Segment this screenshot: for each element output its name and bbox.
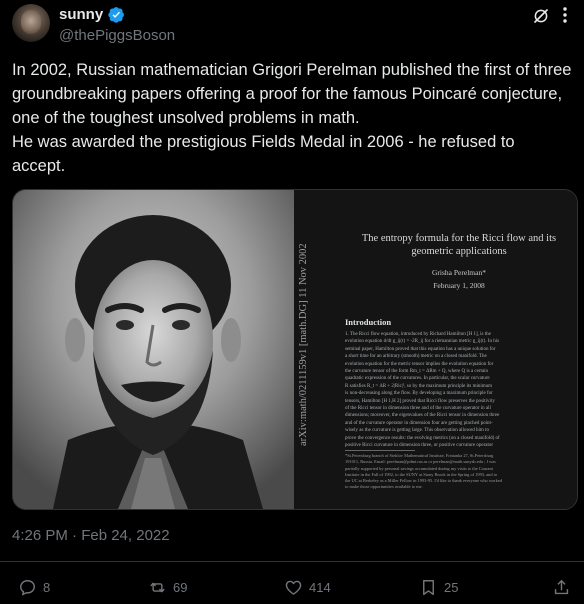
bookmark-count: 25 bbox=[444, 580, 459, 595]
paper-author: Grisha Perelman* bbox=[432, 268, 486, 277]
tweet-header: sunny @thePiggsBoson bbox=[12, 2, 574, 46]
retweet-count: 69 bbox=[173, 580, 188, 595]
heart-icon bbox=[285, 580, 302, 595]
grok-icon[interactable] bbox=[532, 7, 550, 25]
reply-button[interactable]: 8 bbox=[18, 578, 50, 597]
share-icon bbox=[554, 579, 569, 595]
tweet-text: In 2002, Russian mathematician Grigori P… bbox=[12, 61, 572, 175]
paper-body: 1. The Ricci flow equation, introduced b… bbox=[345, 331, 571, 450]
tweet-media[interactable]: arXiv:math/0211159v1 [math.DG] 11 Nov 20… bbox=[12, 189, 578, 510]
paper-body-line: of the Ricci tensor in dimension three a… bbox=[345, 406, 491, 412]
paper-body-line: and of the curvature operator in dimensi… bbox=[345, 420, 493, 426]
share-button[interactable] bbox=[552, 578, 571, 597]
arxiv-paper: arXiv:math/0211159v1 [math.DG] 11 Nov 20… bbox=[294, 190, 577, 509]
paper-body-line: is non-decreasing along the flow. By dev… bbox=[345, 391, 493, 397]
paper-body-line: prove the convergence results: the evolv… bbox=[345, 435, 500, 441]
author-name-row: sunny bbox=[59, 6, 125, 23]
bookmark-button[interactable]: 25 bbox=[419, 578, 458, 597]
reply-count: 8 bbox=[43, 580, 51, 595]
paper-title: The entropy formula for the Ricci flow a… bbox=[361, 233, 557, 257]
divider bbox=[0, 561, 584, 562]
bookmark-icon bbox=[423, 580, 434, 596]
section-heading: Introduction bbox=[345, 317, 392, 327]
like-count: 414 bbox=[309, 580, 331, 595]
reply-icon bbox=[20, 580, 35, 596]
verified-badge-icon bbox=[108, 7, 125, 23]
like-button[interactable]: 414 bbox=[284, 578, 331, 597]
paper-footnote: *St.Petersburg branch of Steklov Mathema… bbox=[345, 453, 571, 491]
footnote-line: to make those opportunities available to… bbox=[345, 484, 423, 490]
retweet-button[interactable]: 69 bbox=[148, 578, 187, 597]
paper-body-line: a short time for an arbitrary (smooth) m… bbox=[345, 354, 487, 360]
paper-body-line: tensors, Hamilton [H 1,H 2] proved that … bbox=[345, 398, 495, 404]
arxiv-id: arXiv:math/0211159v1 [math.DG] 11 Nov 20… bbox=[298, 243, 309, 446]
paper-date: February 1, 2008 bbox=[433, 281, 485, 290]
retweet-icon bbox=[150, 582, 165, 593]
action-bar: 8 69 414 25 bbox=[0, 574, 584, 604]
footnote-rule bbox=[345, 450, 415, 451]
paper-body-line: evolution equation d/dt g_ij(t) = -2R_ij… bbox=[345, 339, 500, 345]
author-handle[interactable]: @thePiggsBoson bbox=[59, 27, 175, 44]
paper-body-line: R satisfies R_t = ΔR + 2|Ric|², so by th… bbox=[345, 383, 493, 389]
paper-body-line: quadratic expression of the curvatures. … bbox=[345, 376, 490, 382]
paper-body-line: seminal paper, Hamilton proved that this… bbox=[345, 346, 496, 352]
paper-body-line: the curvature tensor of the form Rm_t = … bbox=[345, 369, 488, 375]
paper-body-line: positive Ricci curvature in dimension th… bbox=[345, 443, 494, 449]
paper-body-line: wisely as the curvature is getting large… bbox=[345, 428, 489, 434]
display-name[interactable]: sunny bbox=[59, 6, 103, 23]
more-options-icon[interactable] bbox=[556, 5, 574, 25]
tweet-timestamp[interactable]: 4:26 PM · Feb 24, 2022 bbox=[12, 527, 170, 544]
paper-body-line: dimensions; moreover, the eigenvalues of… bbox=[345, 413, 500, 419]
paper-body-line: 1. The Ricci flow equation, introduced b… bbox=[345, 332, 491, 337]
paper-body-line: evolution equation for the metric tensor… bbox=[345, 361, 494, 367]
avatar[interactable] bbox=[12, 4, 50, 42]
perelman-photo bbox=[13, 190, 294, 509]
portrait-image bbox=[13, 190, 294, 509]
